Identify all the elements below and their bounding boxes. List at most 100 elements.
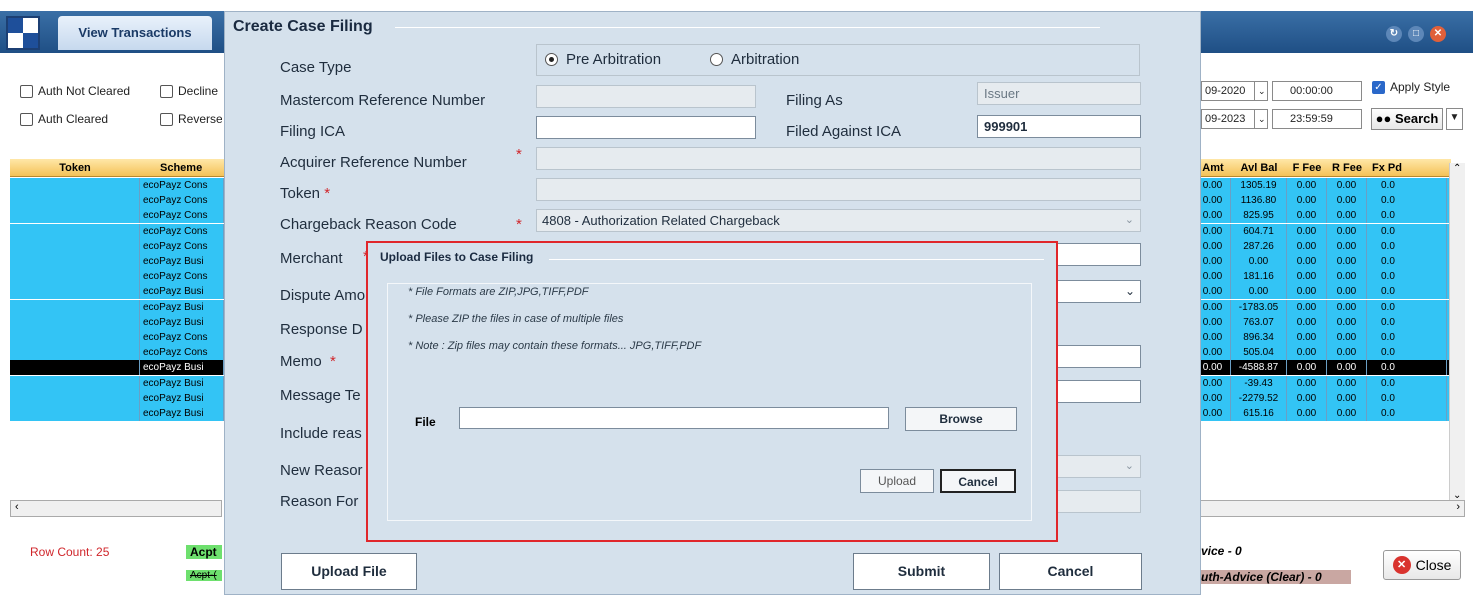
column-header-avl-bal[interactable]: Avl Bal bbox=[1231, 159, 1287, 177]
upload-file-button[interactable]: Upload File bbox=[281, 553, 417, 590]
filed-against-ica-input[interactable]: 999901 bbox=[977, 115, 1141, 138]
checkbox-icon[interactable] bbox=[160, 84, 173, 98]
column-header-token[interactable]: Token bbox=[10, 159, 140, 177]
browse-button[interactable]: Browse bbox=[905, 407, 1017, 431]
cancel-button[interactable]: Cancel bbox=[999, 553, 1142, 590]
filter-decline[interactable]: Decline bbox=[160, 84, 222, 98]
radio-arbitration[interactable]: Arbitration bbox=[710, 51, 799, 68]
table-row[interactable]: 0.00 287.26 0.00 0.00 0.0 bbox=[1195, 238, 1449, 254]
table-row[interactable]: ecoPayz Cons bbox=[10, 345, 224, 361]
mastercom-ref-label: Mastercom Reference Number bbox=[280, 92, 486, 109]
table-row[interactable]: 0.00 0.00 0.00 0.00 0.0 bbox=[1195, 284, 1449, 300]
table-row[interactable]: 0.00 -2279.52 0.00 0.00 0.0 bbox=[1195, 390, 1449, 406]
table-row[interactable]: ecoPayz Busi bbox=[10, 375, 224, 391]
fx-pd-cell: 0.0 bbox=[1367, 238, 1447, 254]
mastercom-ref-input[interactable] bbox=[536, 85, 756, 108]
chevron-down-icon[interactable]: ⌄ bbox=[1255, 81, 1268, 101]
radio-unselected-icon[interactable] bbox=[710, 53, 723, 66]
upload-cancel-button[interactable]: Cancel bbox=[940, 469, 1016, 493]
table-row[interactable]: 0.00 505.04 0.00 0.00 0.0 bbox=[1195, 345, 1449, 361]
window-close-icon[interactable]: ✕ bbox=[1430, 26, 1446, 42]
app-logo-icon bbox=[6, 16, 40, 50]
table-row[interactable]: 0.00 825.95 0.00 0.00 0.0 bbox=[1195, 208, 1449, 224]
table-row[interactable]: ecoPayz Busi bbox=[10, 284, 224, 300]
filing-ica-input[interactable] bbox=[536, 116, 756, 139]
filter-label: Decline bbox=[178, 84, 219, 98]
search-button[interactable]: ●● Search bbox=[1371, 108, 1443, 130]
scroll-up-icon[interactable]: ⌃ bbox=[1453, 163, 1461, 174]
column-header-fx-pd[interactable]: Fx Pd bbox=[1367, 159, 1407, 177]
table-row[interactable]: 0.00 1305.19 0.00 0.00 0.0 bbox=[1195, 178, 1449, 193]
table-row[interactable]: ecoPayz Cons bbox=[10, 330, 224, 345]
radio-pre-arbitration[interactable]: Pre Arbitration bbox=[545, 51, 661, 68]
table-row[interactable]: 0.00 0.00 0.00 0.00 0.0 bbox=[1195, 254, 1449, 269]
scroll-right-icon[interactable]: › bbox=[1456, 501, 1460, 513]
table-row[interactable]: 0.00 -4588.87 0.00 0.00 0.0 bbox=[1195, 360, 1449, 376]
horizontal-scrollbar[interactable]: › bbox=[1195, 500, 1465, 517]
table-row[interactable]: 0.00 -39.43 0.00 0.00 0.0 bbox=[1195, 375, 1449, 391]
scheme-cell: ecoPayz Cons bbox=[140, 330, 224, 345]
table-row[interactable]: ecoPayz Busi bbox=[10, 314, 224, 330]
upload-button[interactable]: Upload bbox=[860, 469, 934, 493]
checkbox-icon[interactable] bbox=[160, 112, 173, 126]
r-fee-cell: 0.00 bbox=[1327, 390, 1367, 406]
avl-bal-cell: 1305.19 bbox=[1231, 178, 1287, 193]
table-row[interactable]: ecoPayz Cons bbox=[10, 269, 224, 285]
table-row[interactable]: ecoPayz Busi bbox=[10, 254, 224, 269]
table-row[interactable]: ecoPayz Cons bbox=[10, 208, 224, 224]
table-row[interactable]: 0.00 604.71 0.00 0.00 0.0 bbox=[1195, 223, 1449, 239]
restore-icon[interactable]: □ bbox=[1408, 26, 1424, 42]
fx-pd-cell: 0.0 bbox=[1367, 284, 1447, 300]
chevron-down-icon[interactable]: ⌄ bbox=[1255, 109, 1268, 129]
file-path-input[interactable] bbox=[459, 407, 889, 429]
submit-button[interactable]: Submit bbox=[853, 553, 990, 590]
table-row[interactable]: 0.00 615.16 0.00 0.00 0.0 bbox=[1195, 406, 1449, 421]
filter-reverse[interactable]: Reverse bbox=[160, 112, 222, 126]
table-row[interactable]: ecoPayz Cons bbox=[10, 178, 224, 193]
table-row[interactable]: ecoPayz Busi bbox=[10, 406, 224, 421]
token-cell bbox=[10, 269, 140, 285]
apply-style-checkbox[interactable]: ✓ Apply Style bbox=[1372, 80, 1467, 94]
fx-pd-cell: 0.0 bbox=[1367, 208, 1447, 224]
table-row[interactable]: 0.00 -1783.05 0.00 0.00 0.0 bbox=[1195, 299, 1449, 315]
close-button[interactable]: ✕ Close bbox=[1383, 550, 1461, 580]
table-row[interactable]: 0.00 1136.80 0.00 0.00 0.0 bbox=[1195, 193, 1449, 209]
date-to-input[interactable]: 09-2023 bbox=[1201, 109, 1255, 129]
table-row[interactable]: ecoPayz Cons bbox=[10, 193, 224, 209]
date-from-input[interactable]: 09-2020 bbox=[1201, 81, 1255, 101]
fx-pd-cell: 0.0 bbox=[1367, 193, 1447, 209]
fx-pd-cell: 0.0 bbox=[1367, 390, 1447, 406]
scroll-left-icon[interactable]: ‹ bbox=[15, 501, 19, 513]
table-row[interactable]: ecoPayz Cons bbox=[10, 238, 224, 254]
filter-auth-cleared[interactable]: Auth Cleared bbox=[20, 112, 150, 126]
table-row[interactable]: ecoPayz Cons bbox=[10, 223, 224, 239]
table-row[interactable]: ecoPayz Busi bbox=[10, 360, 224, 376]
column-header-f-fee[interactable]: F Fee bbox=[1287, 159, 1327, 177]
horizontal-scrollbar[interactable]: ‹ bbox=[10, 500, 222, 517]
fx-pd-cell: 0.0 bbox=[1367, 223, 1447, 239]
dropdown-arrow-icon[interactable]: ▼ bbox=[1446, 108, 1463, 130]
time-to-input[interactable]: 23:59:59 bbox=[1272, 109, 1362, 129]
chargeback-reason-select[interactable]: 4808 - Authorization Related Chargeback … bbox=[536, 209, 1141, 232]
table-row[interactable]: 0.00 181.16 0.00 0.00 0.0 bbox=[1195, 269, 1449, 285]
window-title[interactable]: View Transactions bbox=[58, 16, 212, 50]
checkbox-icon[interactable] bbox=[20, 84, 33, 98]
filing-as-input[interactable]: Issuer bbox=[977, 82, 1141, 105]
scheme-cell: ecoPayz Busi bbox=[140, 390, 224, 406]
table-row[interactable]: ecoPayz Busi bbox=[10, 299, 224, 315]
column-header-r-fee[interactable]: R Fee bbox=[1327, 159, 1367, 177]
acquirer-ref-input[interactable] bbox=[536, 147, 1141, 170]
token-cell bbox=[10, 223, 140, 239]
checkbox-icon[interactable] bbox=[20, 112, 33, 126]
radio-selected-icon[interactable] bbox=[545, 53, 558, 66]
column-header-scheme[interactable]: Scheme bbox=[140, 159, 224, 177]
vertical-scrollbar[interactable]: ⌃ ⌄ bbox=[1449, 163, 1465, 503]
table-row[interactable]: 0.00 763.07 0.00 0.00 0.0 bbox=[1195, 314, 1449, 330]
refresh-icon[interactable]: ↻ bbox=[1386, 26, 1402, 42]
time-from-input[interactable]: 00:00:00 bbox=[1272, 81, 1362, 101]
table-row[interactable]: ecoPayz Busi bbox=[10, 390, 224, 406]
avl-bal-cell: 763.07 bbox=[1231, 314, 1287, 330]
checkmark-icon[interactable]: ✓ bbox=[1372, 80, 1385, 94]
table-row[interactable]: 0.00 896.34 0.00 0.00 0.0 bbox=[1195, 330, 1449, 345]
token-input[interactable] bbox=[536, 178, 1141, 201]
